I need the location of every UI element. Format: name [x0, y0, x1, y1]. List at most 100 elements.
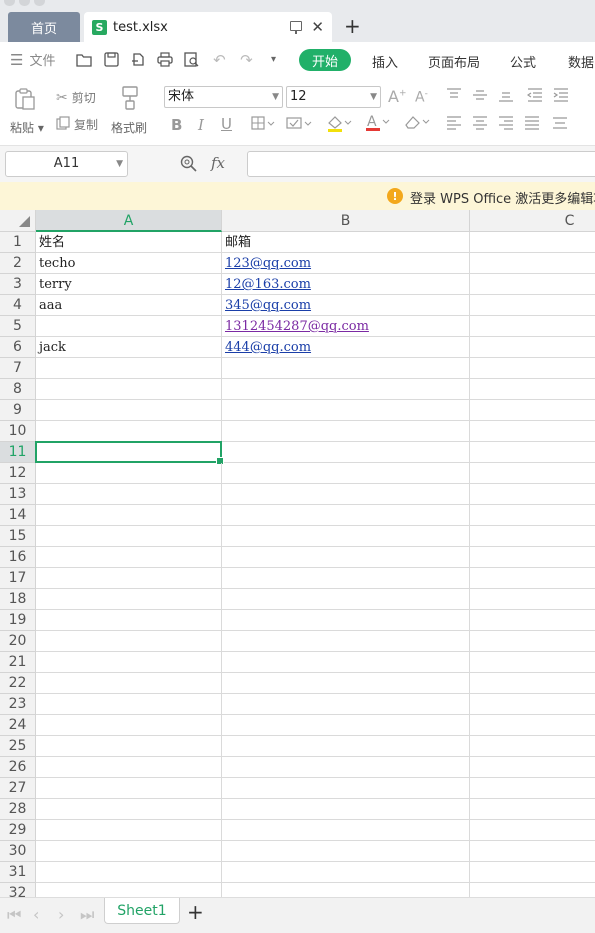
- cell-b[interactable]: [222, 820, 470, 841]
- cell-b[interactable]: [222, 526, 470, 547]
- cell-b[interactable]: [222, 694, 470, 715]
- next-sheet-icon[interactable]: ›: [58, 905, 64, 924]
- add-sheet-button[interactable]: +: [187, 900, 204, 924]
- cell-c[interactable]: [470, 547, 595, 568]
- column-header-b[interactable]: B: [222, 210, 470, 232]
- cell-b[interactable]: 123@qq.com: [222, 253, 470, 274]
- row-header[interactable]: 18: [0, 589, 36, 610]
- close-tab-icon[interactable]: ✕: [311, 18, 324, 36]
- spreadsheet-grid[interactable]: A B C 1 姓名 邮箱 2 techo 123@qq.com 3 terry 12@163.…: [0, 210, 595, 897]
- cell-a[interactable]: [36, 631, 222, 652]
- cell-b[interactable]: [222, 484, 470, 505]
- cell-c[interactable]: [470, 484, 595, 505]
- row-header[interactable]: 29: [0, 820, 36, 841]
- cell-c[interactable]: [470, 379, 595, 400]
- underline-icon[interactable]: U: [221, 115, 232, 133]
- cell-a[interactable]: aaa: [36, 295, 222, 316]
- cell-c[interactable]: [470, 505, 595, 526]
- cell-a[interactable]: [36, 442, 222, 463]
- name-box[interactable]: A11 ▼: [5, 151, 128, 177]
- font-name-select[interactable]: 宋体 ▼: [164, 86, 283, 108]
- cell-b[interactable]: [222, 736, 470, 757]
- cell-a[interactable]: [36, 694, 222, 715]
- undo-icon[interactable]: ↶: [211, 51, 227, 69]
- cell-a[interactable]: [36, 358, 222, 379]
- cell-b[interactable]: [222, 421, 470, 442]
- row-header[interactable]: 5: [0, 316, 36, 337]
- cell-a[interactable]: [36, 505, 222, 526]
- print-icon[interactable]: [157, 52, 174, 68]
- cell-b[interactable]: [222, 379, 470, 400]
- cell-a[interactable]: [36, 715, 222, 736]
- align-right-icon[interactable]: [498, 116, 514, 133]
- open-folder-icon[interactable]: [76, 52, 93, 68]
- format-painter-button[interactable]: 格式刷: [111, 119, 147, 136]
- increase-indent-icon[interactable]: [553, 88, 569, 105]
- row-header[interactable]: 19: [0, 610, 36, 631]
- row-header[interactable]: 3: [0, 274, 36, 295]
- format-painter-icon[interactable]: [119, 86, 141, 113]
- column-header-c[interactable]: C: [470, 210, 595, 232]
- cell-b[interactable]: [222, 442, 470, 463]
- tab-page-layout[interactable]: 页面布局: [428, 52, 480, 71]
- cell-c[interactable]: [470, 421, 595, 442]
- align-middle-icon[interactable]: [472, 88, 488, 105]
- font-size-select[interactable]: 12 ▼: [286, 86, 381, 108]
- row-header[interactable]: 25: [0, 736, 36, 757]
- row-header[interactable]: 9: [0, 400, 36, 421]
- cell-b[interactable]: [222, 463, 470, 484]
- zoom-icon[interactable]: [180, 155, 197, 172]
- cell-c[interactable]: [470, 799, 595, 820]
- row-header[interactable]: 21: [0, 652, 36, 673]
- cell-c[interactable]: [470, 400, 595, 421]
- cell-c[interactable]: [470, 442, 595, 463]
- align-center-icon[interactable]: [472, 116, 488, 133]
- cell-a[interactable]: [36, 757, 222, 778]
- decrease-indent-icon[interactable]: [526, 88, 543, 105]
- cell-c[interactable]: [470, 232, 595, 253]
- row-header[interactable]: 11: [0, 442, 36, 463]
- distribute-icon[interactable]: [552, 116, 568, 133]
- minimize-window-dot[interactable]: [19, 0, 30, 6]
- paste-button[interactable]: 粘贴 ▾: [10, 119, 44, 136]
- fx-icon[interactable]: fx: [211, 154, 225, 172]
- row-header[interactable]: 7: [0, 358, 36, 379]
- row-header[interactable]: 6: [0, 337, 36, 358]
- cell-a[interactable]: [36, 421, 222, 442]
- cell-a[interactable]: [36, 883, 222, 897]
- row-header[interactable]: 20: [0, 631, 36, 652]
- cell-b[interactable]: 444@qq.com: [222, 337, 470, 358]
- bold-icon[interactable]: B: [171, 116, 182, 134]
- cell-c[interactable]: [470, 736, 595, 757]
- clear-format-icon[interactable]: [402, 114, 430, 133]
- prev-sheet-icon[interactable]: ‹: [33, 905, 39, 924]
- tab-test-xlsx[interactable]: S test.xlsx ✕: [84, 12, 332, 42]
- row-header[interactable]: 32: [0, 883, 36, 897]
- cell-a[interactable]: [36, 799, 222, 820]
- border-icon[interactable]: [251, 116, 275, 133]
- row-header[interactable]: 24: [0, 715, 36, 736]
- cell-b[interactable]: [222, 841, 470, 862]
- redo-icon[interactable]: ↷: [238, 51, 254, 69]
- cell-b[interactable]: [222, 610, 470, 631]
- cell-a[interactable]: [36, 589, 222, 610]
- cell-c[interactable]: [470, 883, 595, 897]
- cell-b[interactable]: [222, 883, 470, 897]
- cell-b[interactable]: [222, 799, 470, 820]
- row-header[interactable]: 15: [0, 526, 36, 547]
- cell-a[interactable]: [36, 526, 222, 547]
- cell-c[interactable]: [470, 757, 595, 778]
- row-header[interactable]: 12: [0, 463, 36, 484]
- cell-b[interactable]: 1312454287@qq.com: [222, 316, 470, 337]
- close-window-dot[interactable]: [4, 0, 15, 6]
- print-preview-icon[interactable]: [184, 52, 200, 68]
- row-header[interactable]: 16: [0, 547, 36, 568]
- cell-a[interactable]: [36, 463, 222, 484]
- row-header[interactable]: 8: [0, 379, 36, 400]
- cell-c[interactable]: [470, 274, 595, 295]
- cell-b[interactable]: [222, 568, 470, 589]
- cut-button[interactable]: ✂ 剪切: [56, 89, 96, 106]
- row-header[interactable]: 22: [0, 673, 36, 694]
- cell-c[interactable]: [470, 631, 595, 652]
- cell-c[interactable]: [470, 253, 595, 274]
